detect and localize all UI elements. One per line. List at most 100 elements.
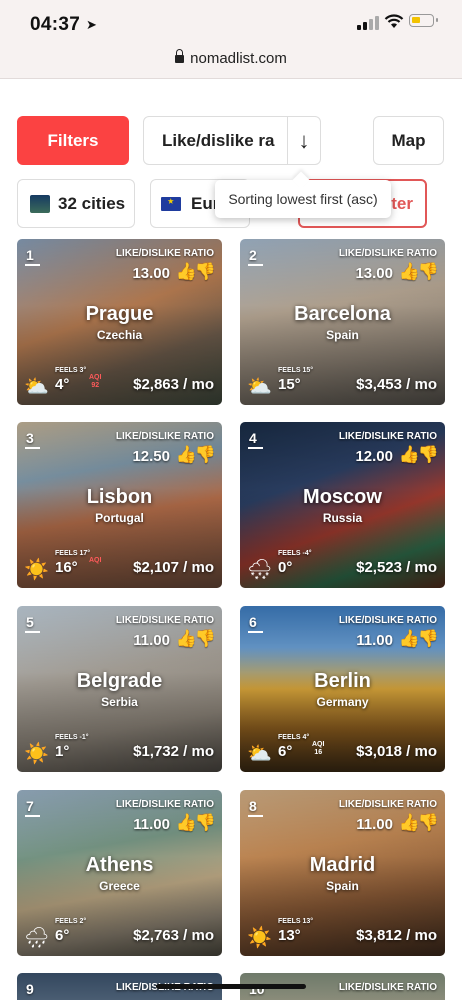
sort-direction-button[interactable]: ↓ — [287, 116, 321, 165]
city-card-lisbon[interactable]: 3 LIKE/DISLIKE RATIO 12.50 👍👎 Lisbon Por… — [17, 422, 222, 588]
ratio-label: LIKE/DISLIKE RATIO — [115, 248, 214, 259]
sun-icon: ☀️ — [247, 927, 272, 949]
feels-like: FEELS 17° — [55, 550, 91, 557]
city-name: Prague — [85, 303, 154, 325]
eu-flag-icon — [161, 194, 181, 211]
city-card-barcelona[interactable]: 2 LIKE/DISLIKE RATIO 13.00 👍👎 Barcelona … — [240, 239, 445, 405]
country-name: Czechia — [96, 328, 143, 342]
ratio-label: LIKE/DISLIKE RATIO — [338, 799, 437, 810]
home-indicator[interactable] — [156, 984, 306, 989]
feels-like: FEELS 2° — [55, 918, 87, 925]
snow-cloud-icon: 🌨 — [247, 559, 273, 581]
thumbs-up-down-icon: 👍👎 — [398, 813, 439, 832]
sort-select[interactable]: Like/dislike ra — [143, 116, 288, 165]
ratio-label: LIKE/DISLIKE RATIO — [338, 431, 437, 442]
monthly-cost: $2,863 / mo — [133, 376, 214, 393]
aqi-badge: AQI 16 — [312, 741, 325, 756]
rank-number: 2 — [249, 247, 257, 263]
monthly-cost: $2,107 / mo — [133, 559, 214, 576]
cities-count-button[interactable]: 32 cities — [17, 179, 135, 228]
city-card-moscow[interactable]: 4 LIKE/DISLIKE RATIO 12.00 👍👎 Moscow Rus… — [240, 422, 445, 588]
monthly-cost: $2,523 / mo — [356, 559, 437, 576]
rank-number: 9 — [26, 981, 34, 997]
monthly-cost: $1,732 / mo — [133, 743, 214, 760]
temperature: 6° — [278, 743, 293, 760]
thumbs-up-down-icon: 👍👎 — [175, 813, 216, 832]
ratio-value: 12.00 — [355, 448, 393, 465]
status-time: 04:37 — [30, 14, 81, 35]
rank-number: 5 — [26, 614, 34, 630]
city-card-prague[interactable]: 1 LIKE/DISLIKE RATIO 13.00 👍👎 Prague Cze… — [17, 239, 222, 405]
ratio-label: LIKE/DISLIKE RATIO — [115, 615, 214, 626]
country-name: Germany — [316, 695, 369, 709]
feels-like: FEELS -4° — [278, 550, 312, 557]
monthly-cost: $3,812 / mo — [356, 927, 437, 944]
location-arrow-icon: ➤ — [86, 17, 97, 32]
city-name: Lisbon — [86, 486, 153, 508]
ratio-value: 11.00 — [356, 632, 393, 649]
city-card-athens[interactable]: 7 LIKE/DISLIKE RATIO 11.00 👍👎 Athens Gre… — [17, 790, 222, 956]
temperature: 15° — [278, 376, 301, 393]
country-name: Russia — [322, 511, 363, 525]
rain-cloud-icon: 🌧 — [24, 927, 50, 949]
battery-icon — [409, 14, 438, 27]
ratio-label: LIKE/DISLIKE RATIO — [115, 799, 214, 810]
address-bar[interactable]: nomadlist.com — [0, 44, 462, 79]
ratio-value: 11.00 — [356, 816, 393, 833]
feels-like: FEELS 3° — [55, 367, 87, 374]
city-name: Berlin — [314, 670, 371, 692]
country-name: Serbia — [101, 695, 138, 709]
status-bar: 04:37 ➤ — [0, 0, 462, 44]
city-card-madrid[interactable]: 8 LIKE/DISLIKE RATIO 11.00 👍👎 Madrid Spa… — [240, 790, 445, 956]
ratio-value: 13.00 — [132, 265, 170, 282]
rank-number: 7 — [26, 798, 34, 814]
url-display[interactable]: nomadlist.com — [0, 49, 462, 67]
ratio-label: LIKE/DISLIKE RATIO — [115, 431, 214, 442]
ratio-value: 11.00 — [133, 632, 170, 649]
thumbs-up-down-icon: 👍👎 — [175, 262, 216, 281]
city-name: Barcelona — [294, 303, 391, 325]
feels-like: FEELS -1° — [55, 734, 89, 741]
temperature: 0° — [278, 559, 293, 576]
city-card-berlin[interactable]: 6 LIKE/DISLIKE RATIO 11.00 👍👎 Berlin Ger… — [240, 606, 445, 772]
lock-icon — [175, 49, 185, 63]
wifi-icon — [384, 14, 404, 28]
cellular-signal-icon — [357, 16, 379, 30]
feels-like: FEELS 15° — [278, 367, 314, 374]
ratio-label: LIKE/DISLIKE RATIO — [338, 248, 437, 259]
rank-number: 6 — [249, 614, 257, 630]
thumbs-up-down-icon: 👍👎 — [398, 629, 439, 648]
partly-cloudy-icon: ⛅ — [247, 743, 272, 765]
temperature: 16° — [55, 559, 78, 576]
monthly-cost: $2,763 / mo — [133, 927, 214, 944]
sun-icon: ☀️ — [24, 743, 49, 765]
feels-like: FEELS 4° — [278, 734, 310, 741]
map-button[interactable]: Map — [373, 116, 444, 165]
ratio-label: LIKE/DISLIKE RATIO — [338, 615, 437, 626]
rank-number: 3 — [26, 430, 34, 446]
filters-button[interactable]: Filters — [17, 116, 129, 165]
ratio-label: LIKE/DISLIKE RATIO — [338, 982, 437, 993]
thumbs-up-down-icon: 👍👎 — [175, 629, 216, 648]
aqi-badge: AQI — [89, 557, 102, 564]
partly-cloudy-icon: ⛅ — [24, 376, 49, 398]
city-name: Athens — [85, 854, 154, 876]
aqi-badge: AQI 92 — [89, 374, 102, 389]
country-name: Spain — [326, 328, 359, 342]
thumbs-up-down-icon: 👍👎 — [398, 445, 439, 464]
monthly-cost: $3,453 / mo — [356, 376, 437, 393]
temperature: 6° — [55, 927, 70, 944]
city-card-belgrade[interactable]: 5 LIKE/DISLIKE RATIO 11.00 👍👎 Belgrade S… — [17, 606, 222, 772]
city-name: Madrid — [309, 854, 376, 876]
ratio-value: 11.00 — [133, 816, 170, 833]
temperature: 1° — [55, 743, 70, 760]
ratio-value: 13.00 — [355, 265, 393, 282]
temperature: 4° — [55, 376, 70, 393]
rank-number: 1 — [26, 247, 34, 263]
temperature: 13° — [278, 927, 301, 944]
thumbs-up-down-icon: 👍👎 — [398, 262, 439, 281]
country-name: Greece — [99, 879, 140, 893]
rank-number: 8 — [249, 798, 257, 814]
rank-number: 4 — [249, 430, 257, 446]
sort-tooltip: Sorting lowest first (asc) — [215, 180, 391, 218]
